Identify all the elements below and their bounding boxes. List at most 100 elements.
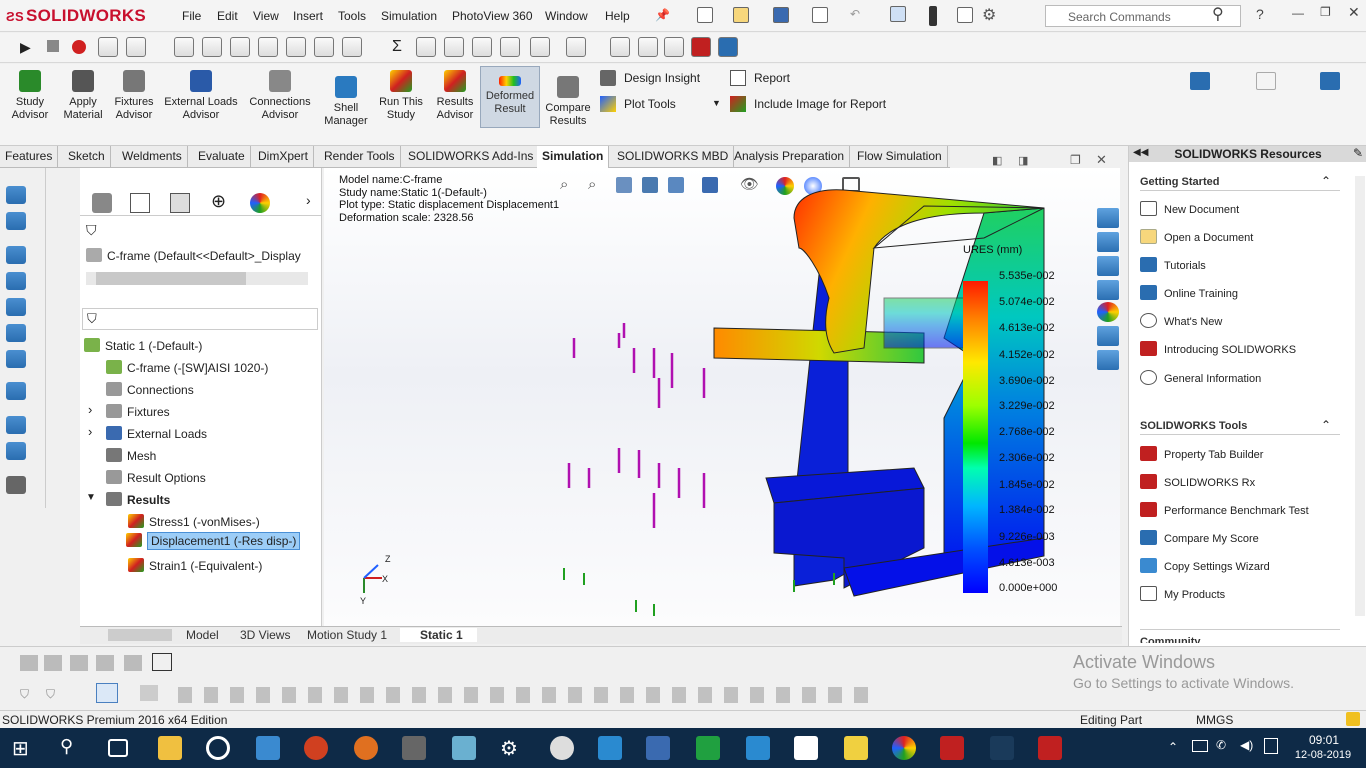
task-view-icon[interactable] <box>108 739 128 757</box>
import-diagnostics-icon[interactable] <box>530 37 550 57</box>
view-settings-icon[interactable] <box>1256 72 1276 90</box>
legend-color-bar[interactable] <box>963 281 988 593</box>
tab-weldments[interactable]: Weldments <box>117 146 188 168</box>
compare-results-button[interactable]: Compare Results <box>542 74 594 128</box>
design-library-icon[interactable] <box>1097 232 1119 252</box>
search-taskbar-icon[interactable]: ⚲ <box>60 736 84 760</box>
rebuild-icon[interactable] <box>929 6 937 26</box>
toolbox-icon[interactable] <box>718 37 738 57</box>
strip-tool-11-icon[interactable] <box>6 476 26 494</box>
property-manager-tab-icon[interactable] <box>130 193 150 213</box>
tab-render-tools[interactable]: Render Tools <box>319 146 401 168</box>
loads-expand-icon[interactable]: › <box>88 424 92 439</box>
tray-date[interactable]: 12-08-2019 <box>1290 749 1356 761</box>
filter-toolbar-icon[interactable]: ⛉ <box>20 687 29 702</box>
tray-time[interactable]: 09:01 <box>1296 733 1352 747</box>
taskbar-app-icon[interactable] <box>696 736 720 760</box>
menu-photoview[interactable]: PhotoView 360 <box>452 9 533 23</box>
equations-icon[interactable]: Σ <box>392 38 402 56</box>
appearances-icon[interactable] <box>1097 302 1119 322</box>
tray-battery-icon[interactable] <box>1192 740 1208 752</box>
magnet-icon[interactable] <box>1320 72 1340 90</box>
tab-scroll-arrows[interactable] <box>108 629 172 641</box>
save-icon[interactable] <box>773 7 789 23</box>
deformed-result-button[interactable]: Deformed Result <box>480 74 540 116</box>
tool-property-tab-builder[interactable]: Property Tab Builder <box>1140 446 1263 461</box>
tab-addins[interactable]: SOLIDWORKS Add-Ins <box>403 146 540 168</box>
gs-tutorials[interactable]: Tutorials <box>1140 257 1206 272</box>
open-folder-icon[interactable] <box>733 7 749 23</box>
horizontal-scrollbar[interactable] <box>86 272 308 285</box>
connections-advisor-button[interactable]: Connections Advisor <box>244 68 316 122</box>
fixtures-advisor-button[interactable]: Fixtures Advisor <box>110 68 158 122</box>
doc-restore-icon[interactable]: ❐ <box>1070 153 1081 167</box>
filter-icon[interactable]: ⛉ <box>86 222 97 239</box>
tree-item-connections[interactable]: Connections <box>106 382 194 397</box>
taskbar-app-icon[interactable] <box>452 736 476 760</box>
strip-tool-4-icon[interactable] <box>6 272 26 290</box>
menu-tools[interactable]: Tools <box>338 9 366 23</box>
strip-tool-8-icon[interactable] <box>6 382 26 400</box>
menu-window[interactable]: Window <box>545 9 588 23</box>
result-strain[interactable]: Strain1 (-Equivalent-) <box>128 558 262 573</box>
tile-left-icon[interactable]: ◧ <box>992 154 1002 167</box>
sensor-icon[interactable] <box>286 37 306 57</box>
tree-item-result-options[interactable]: Result Options <box>106 470 206 485</box>
bottom-tool-6-icon[interactable] <box>152 653 172 671</box>
spell-check-icon[interactable] <box>174 37 194 57</box>
menu-simulation[interactable]: Simulation <box>381 9 437 23</box>
tree-filter-box[interactable]: ⛉ <box>82 308 318 330</box>
tree-item-fixtures[interactable]: Fixtures <box>106 404 170 419</box>
settings-taskbar-icon[interactable]: ⚙ <box>500 736 524 760</box>
part-name-row[interactable]: C-frame (Default<<Default>_Display <box>86 248 318 263</box>
taskbar-app-icon[interactable] <box>746 736 770 760</box>
sketch-filter-icons[interactable] <box>178 687 878 703</box>
view-palette-icon[interactable] <box>1097 280 1119 300</box>
tab-simulation[interactable]: Simulation <box>537 146 610 168</box>
report-button[interactable]: Report <box>754 71 790 85</box>
menu-view[interactable]: View <box>253 9 279 23</box>
bottom-tool-3-icon[interactable] <box>70 655 88 671</box>
rx-icon[interactable] <box>691 37 711 57</box>
tray-arrow-icon[interactable]: ⌃ <box>1168 740 1178 754</box>
bottom-tool-5-icon[interactable] <box>124 655 142 671</box>
configuration-manager-tab-icon[interactable] <box>170 193 190 213</box>
status-units[interactable]: MMGS <box>1196 713 1233 727</box>
doc-close-icon[interactable]: ✕ <box>1096 152 1107 168</box>
tab-mbd[interactable]: SOLIDWORKS MBD <box>612 146 735 168</box>
gs-online-training[interactable]: Online Training <box>1140 285 1238 300</box>
pane-more-icon[interactable]: › <box>306 192 311 208</box>
tab-static-1[interactable]: Static 1 <box>400 628 477 642</box>
solidworks-logo[interactable]: ƧS SOLIDWORKS <box>6 6 146 26</box>
geometry-analysis-icon[interactable] <box>500 37 520 57</box>
camera-icon[interactable] <box>794 736 818 760</box>
result-displacement[interactable]: Displacement1 (-Res disp-) <box>126 532 301 550</box>
minimize-icon[interactable]: — <box>1292 6 1304 20</box>
deviation-icon[interactable] <box>416 37 436 57</box>
taskbar-app-icon[interactable] <box>256 736 280 760</box>
statistics-icon[interactable] <box>314 37 334 57</box>
taskbar-app-icon[interactable] <box>646 736 670 760</box>
gs-open-document[interactable]: Open a Document <box>1140 229 1253 244</box>
display-manager-tab-icon[interactable] <box>250 193 270 213</box>
calculator-icon[interactable] <box>402 736 426 760</box>
strip-tool-10-icon[interactable] <box>6 442 26 460</box>
shell-manager-button[interactable]: Shell Manager <box>320 74 372 128</box>
menu-file[interactable]: File <box>182 9 201 23</box>
section-properties-icon[interactable] <box>258 37 278 57</box>
home-icon[interactable] <box>1097 208 1119 228</box>
tray-volume-icon[interactable]: ◀) <box>1240 738 1253 752</box>
photoview-icon[interactable] <box>610 37 630 57</box>
status-warning-icon[interactable] <box>1346 712 1360 726</box>
print-icon[interactable] <box>812 7 828 23</box>
design-insight-button[interactable]: Design Insight <box>624 71 700 85</box>
check-icon[interactable] <box>342 37 362 57</box>
thickness-icon[interactable] <box>444 37 464 57</box>
dimxpert-tab-icon[interactable]: ⊕ <box>211 191 226 212</box>
record-icon[interactable] <box>72 40 86 54</box>
tray-keyboard-icon[interactable] <box>1264 738 1278 754</box>
tab-model[interactable]: Model <box>180 628 225 642</box>
gs-introducing[interactable]: Introducing SOLIDWORKS <box>1140 341 1296 356</box>
edrawings-icon[interactable] <box>990 736 1014 760</box>
resources-back-icon[interactable]: ◀◀ <box>1133 147 1148 158</box>
